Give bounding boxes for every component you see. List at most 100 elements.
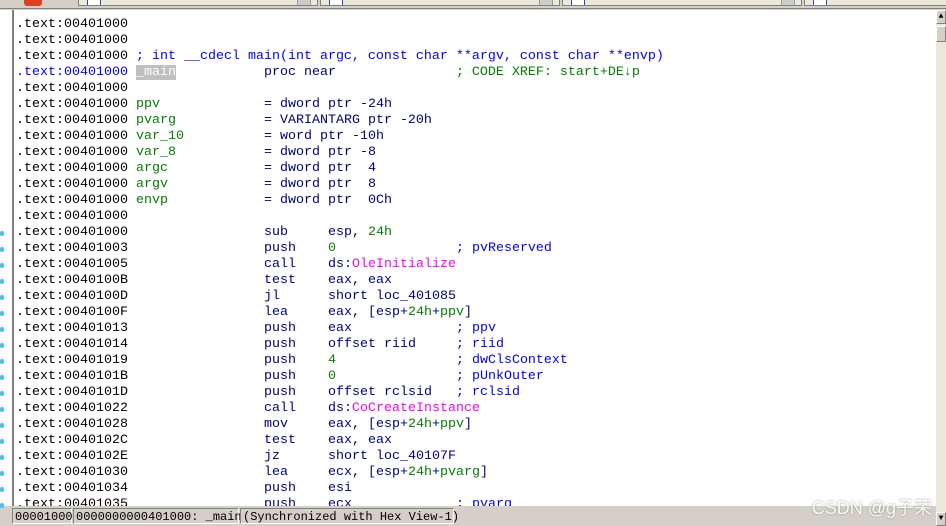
disasm-line[interactable]: .text:0040100D jl short loc_401085	[16, 289, 456, 305]
tab-icon	[329, 0, 343, 5]
label: envp	[135, 193, 168, 208]
disassembly-view[interactable]: .text:00401000 .text:00401000 .text:004010…	[12, 10, 936, 506]
disasm-line[interactable]: .text:00401019 push 4 ; dwClsContext	[16, 353, 568, 369]
operand: 24h	[407, 305, 432, 320]
disasm-line[interactable]: .text:00401000	[16, 33, 128, 49]
disasm-line[interactable]: .text:00401000 var_10 = word ptr -10h	[16, 129, 384, 145]
operand: short loc_401085	[327, 289, 456, 304]
operand: offset riid	[327, 337, 416, 352]
tab-ida-view-a[interactable]: IDA View-A	[78, 0, 318, 6]
disasm-line[interactable]: .text:00401000	[16, 81, 128, 97]
scroll-up-button[interactable]: ▲	[936, 10, 946, 24]
label[interactable]: _main	[135, 65, 176, 80]
disasm-line[interactable]: .text:00401005 call ds:OleInitialize	[16, 257, 456, 273]
operand: 4	[327, 353, 336, 368]
disasm-line[interactable]: .text:00401035 push ecx ; pvarg	[16, 497, 512, 506]
tab-icon	[813, 0, 827, 5]
address: .text:0040101B	[16, 369, 128, 384]
address: .text:00401000	[16, 209, 128, 224]
operand: ecx	[327, 497, 352, 506]
disasm-line[interactable]: .text:00401000	[16, 17, 128, 33]
flow-arrow-dot	[0, 343, 4, 348]
mnemonic: test	[263, 273, 296, 288]
mnemonic: = word ptr -10h	[263, 129, 384, 144]
mnemonic: = dword ptr -24h	[263, 97, 392, 112]
disasm-line[interactable]: .text:0040102C test eax, eax	[16, 433, 392, 449]
mnemonic: proc near	[263, 65, 336, 80]
scroll-thumb[interactable]	[936, 26, 946, 42]
disasm-line[interactable]: .text:00401022 call ds:CoCreateInstance	[16, 401, 480, 417]
mnemonic: push	[263, 481, 296, 496]
close-icon[interactable]	[297, 0, 311, 5]
disasm-line[interactable]: .text:00401030 lea ecx, [esp+24h+pvarg]	[16, 465, 488, 481]
operand: +	[431, 465, 440, 480]
address: .text:00401019	[16, 353, 128, 368]
mnemonic: push	[263, 497, 296, 506]
mnemonic: call	[263, 401, 296, 416]
tab-label: Structures	[591, 0, 641, 3]
comment: ; ppv	[455, 321, 496, 336]
mnemonic: push	[263, 369, 296, 384]
tab-hex-view-1[interactable]: Hex View-1	[320, 0, 560, 6]
mnemonic: push	[263, 241, 296, 256]
flow-arrow-dot	[0, 471, 4, 476]
tab-enums[interactable]: Enums	[804, 0, 946, 6]
disasm-line[interactable]: .text:00401000 envp = dword ptr 0Ch	[16, 193, 392, 209]
mnemonic: mov	[263, 417, 288, 432]
label: var_8	[135, 145, 176, 160]
close-icon[interactable]	[781, 0, 795, 5]
flow-arrow-dot	[0, 295, 4, 300]
disasm-line[interactable]: .text:0040100F lea eax, [esp+24h+ppv]	[16, 305, 472, 321]
mnemonic: lea	[263, 305, 288, 320]
disasm-line[interactable]: .text:00401000 var_8 = dword ptr -8	[16, 145, 376, 161]
disasm-line[interactable]: .text:00401000	[16, 209, 128, 225]
operand: pvarg	[439, 465, 480, 480]
address: .text:00401030	[16, 465, 128, 480]
address: .text:0040101D	[16, 385, 128, 400]
disasm-line[interactable]: .text:00401000 ppv = dword ptr -24h	[16, 97, 392, 113]
mnemonic: = dword ptr 0Ch	[263, 193, 392, 208]
address: .text:00401000	[16, 97, 128, 112]
operand: +	[431, 417, 440, 432]
tab-label: IDA View-A	[107, 0, 162, 3]
address: .text:00401000	[16, 81, 128, 96]
disasm-line[interactable]: .text:00401000 pvarg = VARIANTARG ptr -2…	[16, 113, 432, 129]
operand: ]	[463, 305, 472, 320]
disasm-line[interactable]: .text:0040101B push 0 ; pUnkOuter	[16, 369, 544, 385]
disasm-line[interactable]: .text:00401013 push eax ; ppv	[16, 321, 496, 337]
disasm-line[interactable]: .text:00401000 _main proc near ; CODE XR…	[16, 65, 640, 81]
disasm-line[interactable]: .text:00401028 mov eax, [esp+24h+ppv]	[16, 417, 472, 433]
mnemonic: = dword ptr -8	[263, 145, 376, 160]
arrow-margin	[0, 10, 12, 508]
mnemonic: call	[263, 257, 296, 272]
mnemonic: jl	[263, 289, 280, 304]
close-icon[interactable]	[539, 0, 553, 5]
operand: ds:	[327, 257, 352, 272]
disasm-line[interactable]: .text:00401034 push esi	[16, 481, 352, 497]
address: .text:0040100B	[16, 273, 128, 288]
address: .text:00401000	[16, 65, 128, 80]
flow-arrow-dot	[0, 231, 4, 236]
operand: eax, eax	[327, 433, 392, 448]
address: .text:00401013	[16, 321, 128, 336]
operand: ppv	[439, 305, 464, 320]
disasm-line[interactable]: .text:0040102E jz short loc_40107F	[16, 449, 456, 465]
operand: +	[431, 305, 440, 320]
flow-arrow-dot	[0, 311, 4, 316]
address: .text:0040100D	[16, 289, 128, 304]
disasm-line[interactable]: .text:00401000 ; int __cdecl main(int ar…	[16, 49, 664, 65]
address: .text:00401000	[16, 177, 128, 192]
disasm-line[interactable]: .text:00401014 push offset riid ; riid	[16, 337, 504, 353]
disasm-line[interactable]: .text:0040100B test eax, eax	[16, 273, 392, 289]
disasm-line[interactable]: .text:00401003 push 0 ; pvReserved	[16, 241, 552, 257]
ida-view-icon[interactable]	[24, 0, 42, 6]
tab-structures[interactable]: Structures	[562, 0, 802, 6]
comment: ; pUnkOuter	[455, 369, 544, 384]
disasm-line[interactable]: .text:0040101D push offset rclsid ; rcls…	[16, 385, 520, 401]
disasm-line[interactable]: .text:00401000 sub esp, 24h	[16, 225, 392, 241]
disasm-line[interactable]: .text:00401000 argv = dword ptr 8	[16, 177, 376, 193]
scroll-down-button[interactable]: ▼	[936, 512, 946, 526]
disasm-line[interactable]: .text:00401000 argc = dword ptr 4	[16, 161, 376, 177]
mnemonic: push	[263, 385, 296, 400]
vertical-scrollbar[interactable]: ▲ ▼	[936, 10, 946, 526]
